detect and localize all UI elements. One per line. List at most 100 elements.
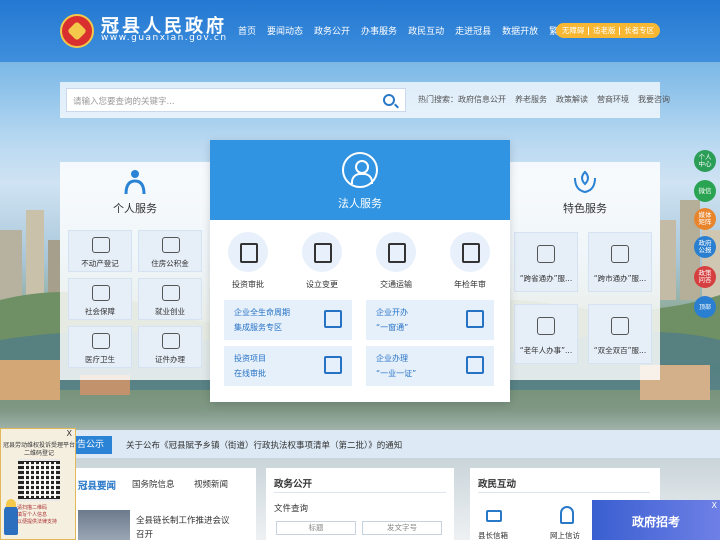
senior-zone-link[interactable]: 长者专区 [624, 25, 654, 36]
nav-data[interactable]: 数据开放 [502, 24, 538, 37]
service-certificates[interactable]: 证件办理 [138, 326, 202, 368]
side-media-matrix[interactable]: 媒体矩阵 [694, 208, 716, 230]
close-icon[interactable]: X [67, 429, 72, 438]
note-line: 填写个人信息 [17, 512, 48, 518]
nav-interact[interactable]: 政民互动 [408, 24, 444, 37]
card-enterprise-lifecycle[interactable]: 企业全生命周期 集成服务专区 [224, 300, 352, 340]
service-cross-province[interactable]: “跨省通办”服... [514, 232, 578, 292]
annual-review-icon[interactable] [450, 232, 490, 272]
tab-county-news[interactable]: 冠县要闻 [78, 478, 116, 492]
side-policy-qa[interactable]: 政策问答 [694, 266, 716, 288]
setup-change-icon[interactable] [302, 232, 342, 272]
accessibility-link[interactable]: 无障碍 [562, 25, 585, 36]
document-icon [162, 333, 180, 349]
side-gov-bulletin[interactable]: 政府公报 [694, 236, 716, 258]
card-one-industry-license[interactable]: 企业办理 “一业一证” [366, 346, 494, 386]
building-icon [466, 356, 484, 374]
worker-illustration [4, 499, 18, 535]
petition-icon[interactable] [560, 506, 574, 524]
back-to-top-icon[interactable]: 顶部 [694, 296, 716, 318]
id-card-icon [92, 237, 110, 253]
legal-services-panel: 法人服务 投资审批 设立变更 交通运输 年检年审 企业全生命周期 集成服务专区 … [210, 140, 510, 402]
news-thumbnail[interactable] [78, 510, 130, 540]
national-emblem-icon [60, 14, 94, 48]
setup-change-label[interactable]: 设立变更 [292, 279, 352, 290]
notice-link[interactable]: 关于公布《冠县賦予乡镇（街道）行政执法权事项清单（第二批）》的通知 [126, 439, 402, 451]
news-headline[interactable]: 全县链长制工作推进会议 [136, 514, 230, 526]
house-fund-icon [162, 237, 180, 253]
elderly-mode-link[interactable]: 适老版 [593, 25, 616, 36]
gov-open-title[interactable]: 政务公开 [274, 476, 312, 490]
gov-recruit-banner[interactable]: 政府招考 X [592, 500, 720, 540]
legal-services-title: 法人服务 [338, 197, 382, 210]
calendar-icon [162, 285, 180, 301]
recruit-label: 政府招考 [632, 515, 681, 529]
site-url: www.guanxian.gov.cn [101, 33, 228, 43]
file-query-label: 文件查询 [274, 504, 309, 514]
gov-open-section: 政务公开 文件查询 标题 发文字号 [266, 468, 454, 540]
note-line: 以便提供法律支持 [17, 519, 58, 525]
id-card-icon [611, 317, 629, 335]
interact-title[interactable]: 政民互动 [478, 476, 516, 490]
person-badge-icon [342, 152, 378, 188]
transport-icon[interactable] [376, 232, 416, 272]
hot-search-label[interactable]: 热门搜索：政府信息公开 [418, 94, 506, 105]
annual-review-label[interactable]: 年检年审 [440, 279, 500, 290]
hot-search-item[interactable]: 我要咨询 [638, 94, 670, 105]
hot-searches: 热门搜索：政府信息公开 养老服务 政策解读 营商环境 我要咨询 [418, 94, 670, 105]
title-input[interactable]: 标题 [276, 521, 356, 535]
edit-icon [466, 310, 484, 328]
qr-code-overlay [18, 459, 60, 501]
building-icon [324, 310, 342, 328]
search-input[interactable]: 请输入您要查询的关键字... [66, 88, 406, 112]
special-services-panel: 特色服务 “跨省通办”服... “跨市通办”服... “老年人办事”... “双… [510, 162, 660, 380]
person-icon [124, 170, 146, 195]
personal-services-panel: 个人服务 不动产登记 住房公积金 社会保障 就业创业 医疗卫生 证件办理 [60, 162, 210, 380]
service-elderly[interactable]: “老年人办事”... [514, 304, 578, 364]
service-medical[interactable]: 医疗卫生 [68, 326, 132, 368]
search-panel: 请输入您要查询的关键字... 热门搜索：政府信息公开 养老服务 政策解读 营商环… [60, 82, 670, 118]
service-employment[interactable]: 就业创业 [138, 278, 202, 320]
note-line: 请扫描二维码 [17, 505, 48, 511]
search-icon[interactable] [383, 94, 395, 106]
news-section: 冠县要闻 国务院信息 视频新闻 全县链长制工作推进会议 召开 [60, 468, 256, 540]
floating-ad-title: 冠县劳动维权投诉受理平台二维码登记 [3, 442, 76, 457]
nav-news[interactable]: 要闻动态 [267, 24, 303, 37]
nav-home[interactable]: 首页 [238, 24, 256, 37]
news-headline-cont[interactable]: 召开 [136, 528, 153, 540]
close-icon[interactable]: X [712, 501, 717, 510]
mail-icon[interactable] [486, 510, 502, 522]
nav-about[interactable]: 走进冠县 [455, 24, 491, 37]
online-petition-link[interactable]: 网上信访 [550, 530, 580, 540]
edit-icon [537, 245, 555, 263]
divider [478, 492, 650, 493]
side-wechat-icon[interactable]: 微信 [694, 180, 716, 202]
personal-services-title: 个人服务 [113, 202, 157, 215]
side-personal-center[interactable]: 个人中心 [694, 150, 716, 172]
legal-services-header: 法人服务 [210, 140, 510, 220]
service-cross-city[interactable]: “跨市通办”服... [588, 232, 652, 292]
nav-services[interactable]: 办事服务 [361, 24, 397, 37]
card-investment-project[interactable]: 投资项目 在线审批 [224, 346, 352, 386]
elderly-icon [537, 317, 555, 335]
special-services-title: 特色服务 [563, 202, 607, 215]
doc-number-input[interactable]: 发文字号 [362, 521, 442, 535]
nav-gov-open[interactable]: 政务公开 [314, 24, 350, 37]
service-housing-fund[interactable]: 住房公积金 [138, 230, 202, 272]
hot-search-item[interactable]: 养老服务 [515, 94, 547, 105]
main-nav: 首页 要闻动态 政务公开 办事服务 政民互动 走进冠县 数据开放 繁 [238, 24, 558, 37]
tab-state-council[interactable]: 国务院信息 [132, 478, 175, 490]
hot-search-item[interactable]: 政策解读 [556, 94, 588, 105]
transport-label[interactable]: 交通运输 [366, 279, 426, 290]
service-real-estate[interactable]: 不动产登记 [68, 230, 132, 272]
floating-qr-ad[interactable]: X 冠县劳动维权投诉受理平台二维码登记 请扫描二维码 填写个人信息 以便提供法律… [0, 428, 76, 540]
service-social-security[interactable]: 社会保障 [68, 278, 132, 320]
mayor-mailbox-link[interactable]: 县长信箱 [478, 530, 508, 540]
tab-video-news[interactable]: 视频新闻 [194, 478, 228, 490]
service-double-full[interactable]: “双全双百”服... [588, 304, 652, 364]
investment-approval-label[interactable]: 投资审批 [218, 279, 278, 290]
accessibility-bar: 无障碍 适老版 长者专区 [556, 23, 660, 38]
hot-search-item[interactable]: 营商环境 [597, 94, 629, 105]
card-enterprise-opening[interactable]: 企业开办 “一窗通” [366, 300, 494, 340]
investment-approval-icon[interactable] [228, 232, 268, 272]
